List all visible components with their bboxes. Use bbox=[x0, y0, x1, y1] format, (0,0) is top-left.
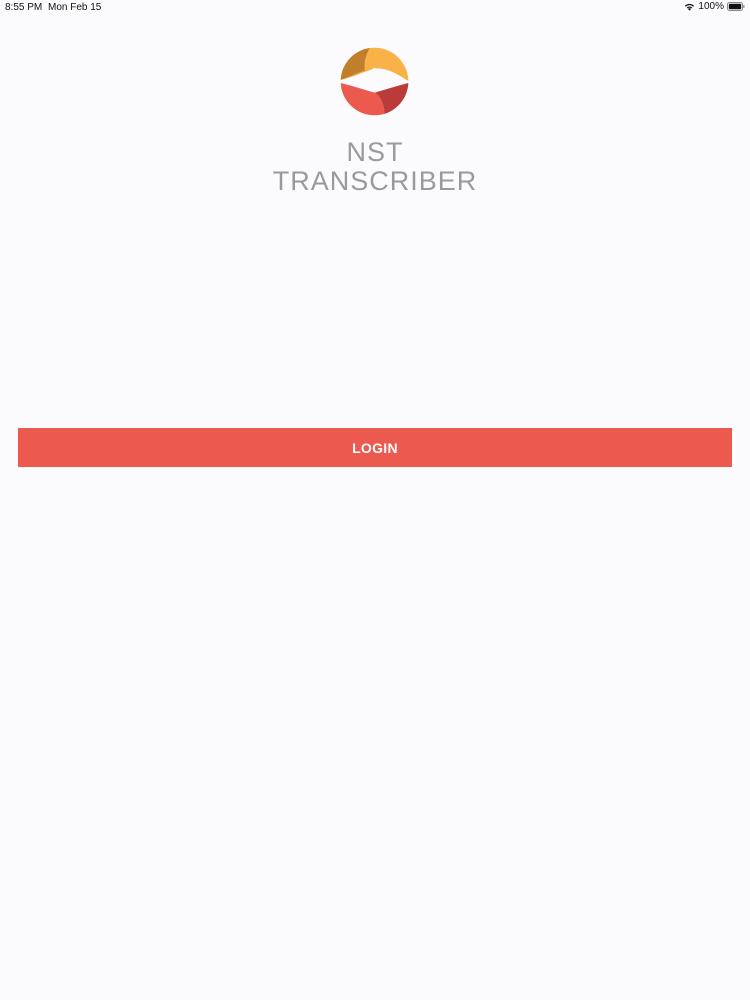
app-title-line1: NST bbox=[346, 137, 404, 167]
app-title-line2: TRANSCRIBER bbox=[272, 166, 478, 196]
status-right-group: 100% bbox=[684, 1, 745, 12]
app-title: NST TRANSCRIBER bbox=[0, 138, 750, 196]
status-bar: 8:55 PM Mon Feb 15 100% bbox=[0, 0, 750, 16]
login-button[interactable]: LOGIN bbox=[18, 428, 732, 467]
battery-percent: 100% bbox=[698, 1, 724, 12]
status-date: Mon Feb 15 bbox=[48, 2, 102, 13]
wifi-icon bbox=[684, 2, 695, 11]
status-time: 8:55 PM bbox=[5, 2, 43, 13]
login-screen: 8:55 PM Mon Feb 15 100% NST TRANSCRIBER … bbox=[0, 0, 750, 1000]
nst-logo-icon bbox=[340, 47, 409, 116]
battery-icon bbox=[727, 2, 745, 11]
